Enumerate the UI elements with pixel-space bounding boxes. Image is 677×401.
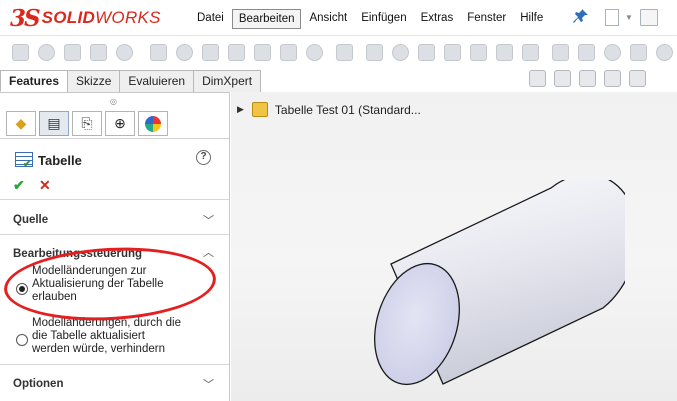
divider — [0, 138, 229, 139]
configuration-icon: ⎘ — [81, 115, 93, 131]
graphics-area[interactable]: ▶ Tabelle Test 01 (Standard... — [231, 70, 677, 401]
previous-view-icon[interactable] — [579, 70, 596, 87]
feature-tree-root[interactable]: ▶ Tabelle Test 01 (Standard... — [237, 102, 421, 117]
menu-fenster[interactable]: Fenster — [461, 9, 512, 29]
boundary-cut-icon[interactable] — [254, 44, 271, 61]
revolve-boss-icon[interactable] — [38, 44, 55, 61]
divider — [0, 234, 229, 235]
swept-cut-icon[interactable] — [202, 44, 219, 61]
open-document-icon[interactable] — [640, 9, 658, 26]
section-quelle-header[interactable]: Quelle — [13, 214, 48, 226]
chevron-down-icon[interactable]: ﹀ — [203, 212, 214, 228]
extrude-boss-icon[interactable] — [12, 44, 29, 61]
intersect-icon[interactable] — [552, 44, 569, 61]
tab-skizze[interactable]: Skizze — [67, 70, 121, 92]
page-title: Tabelle — [38, 153, 82, 168]
manager-tab-bar: ◆ ▤ ⎘ ⊕ — [6, 111, 171, 136]
rib-icon[interactable] — [336, 44, 353, 61]
menu-einfuegen[interactable]: Einfügen — [355, 9, 412, 29]
featuremanager-tab[interactable]: ◆ — [6, 111, 36, 136]
instant3d-icon[interactable] — [522, 44, 539, 61]
menu-hilfe[interactable]: Hilfe — [514, 9, 549, 29]
shell-icon[interactable] — [418, 44, 435, 61]
cancel-button[interactable]: ✕ — [39, 177, 51, 194]
zoom-to-area-icon[interactable] — [554, 70, 571, 87]
crosshair-icon: ⊕ — [114, 115, 126, 131]
radio-prevent-changes[interactable] — [16, 334, 28, 346]
loft-icon[interactable] — [90, 44, 107, 61]
option-allow-changes-label[interactable]: Modelländerungen zur Aktualisierung der … — [32, 265, 163, 304]
section-bearbeitung-header[interactable]: Bearbeitungssteuerung — [13, 248, 142, 260]
panel-grip-icon[interactable]: ◎ — [110, 97, 117, 106]
logo-wordmark: SOLIDWORKS — [41, 8, 161, 27]
solidworks-logo: 3S SOLIDWORKS — [10, 4, 161, 32]
property-list-icon: ▤ — [47, 115, 61, 131]
menu-bearbeiten[interactable]: Bearbeiten — [231, 9, 302, 29]
color-wheel-icon — [145, 115, 161, 132]
dimxpertmanager-tab[interactable]: ⊕ — [105, 111, 135, 136]
split-icon[interactable] — [604, 44, 621, 61]
feature-tree-icon: ◆ — [15, 115, 27, 131]
divider — [0, 364, 229, 365]
propertymanager-tab[interactable]: ▤ — [39, 111, 69, 136]
tab-dimxpert[interactable]: DimXpert — [193, 70, 262, 92]
move-copy-icon[interactable] — [630, 44, 647, 61]
chevron-up-icon[interactable]: ︿ — [203, 244, 214, 260]
property-manager-panel: ◎ ◆ ▤ ⎘ ⊕ ✔ Tabelle ? ✔ ✕ Quelle ﹀ Bearb… — [0, 92, 230, 401]
pattern-icon[interactable] — [306, 44, 323, 61]
command-toolbar — [0, 36, 677, 70]
menu-ansicht[interactable]: Ansicht — [303, 9, 353, 29]
boundary-icon[interactable] — [116, 44, 133, 61]
ok-button[interactable]: ✔ — [13, 177, 25, 194]
reference-geometry-icon[interactable] — [470, 44, 487, 61]
fillet-icon[interactable] — [280, 44, 297, 61]
new-dropdown-icon[interactable]: ▼ — [625, 13, 633, 22]
lofted-cut-icon[interactable] — [228, 44, 245, 61]
curves-icon[interactable] — [496, 44, 513, 61]
sweep-icon[interactable] — [64, 44, 81, 61]
menu-datei[interactable]: Datei — [191, 9, 230, 29]
displaymanager-tab[interactable] — [138, 111, 168, 136]
section-view-icon[interactable] — [604, 70, 621, 87]
menu-bar: 3S SOLIDWORKS Datei Bearbeiten Ansicht E… — [0, 0, 677, 36]
draft-icon[interactable] — [392, 44, 409, 61]
combine-icon[interactable] — [578, 44, 595, 61]
part-icon — [251, 102, 268, 117]
wrap-icon[interactable] — [366, 44, 383, 61]
divider — [0, 199, 229, 200]
indent-icon[interactable] — [656, 44, 673, 61]
configurationmanager-tab[interactable]: ⎘ — [72, 111, 102, 136]
table-icon: ✔ — [15, 152, 33, 170]
command-manager-tabs: Features Skizze Evaluieren DimXpert — [0, 70, 262, 92]
radio-allow-changes[interactable] — [16, 283, 28, 295]
main-menu: Datei Bearbeiten Ansicht Einfügen Extras… — [191, 9, 551, 29]
extrude-cut-icon[interactable] — [150, 44, 167, 61]
tree-item-label: Tabelle Test 01 (Standard... — [274, 102, 421, 117]
option-prevent-changes-label[interactable]: Modelländerungen, durch die die Tabelle … — [32, 317, 181, 356]
chevron-down-icon[interactable]: ﹀ — [203, 376, 214, 392]
cylinder-model[interactable] — [365, 180, 625, 395]
ds-logo-icon: 3S — [10, 4, 41, 32]
help-icon[interactable]: ? — [196, 150, 211, 165]
pin-icon[interactable] — [573, 8, 591, 26]
new-document-icon[interactable] — [605, 9, 619, 26]
menu-extras[interactable]: Extras — [415, 9, 460, 29]
zoom-to-fit-icon[interactable] — [529, 70, 546, 87]
section-optionen-header[interactable]: Optionen — [13, 378, 63, 390]
view-orientation-icon[interactable] — [629, 70, 646, 87]
expand-caret-icon[interactable]: ▶ — [237, 104, 244, 115]
mirror-icon[interactable] — [444, 44, 461, 61]
tab-evaluieren[interactable]: Evaluieren — [119, 70, 195, 92]
tab-features[interactable]: Features — [0, 70, 69, 92]
revolve-cut-icon[interactable] — [176, 44, 193, 61]
